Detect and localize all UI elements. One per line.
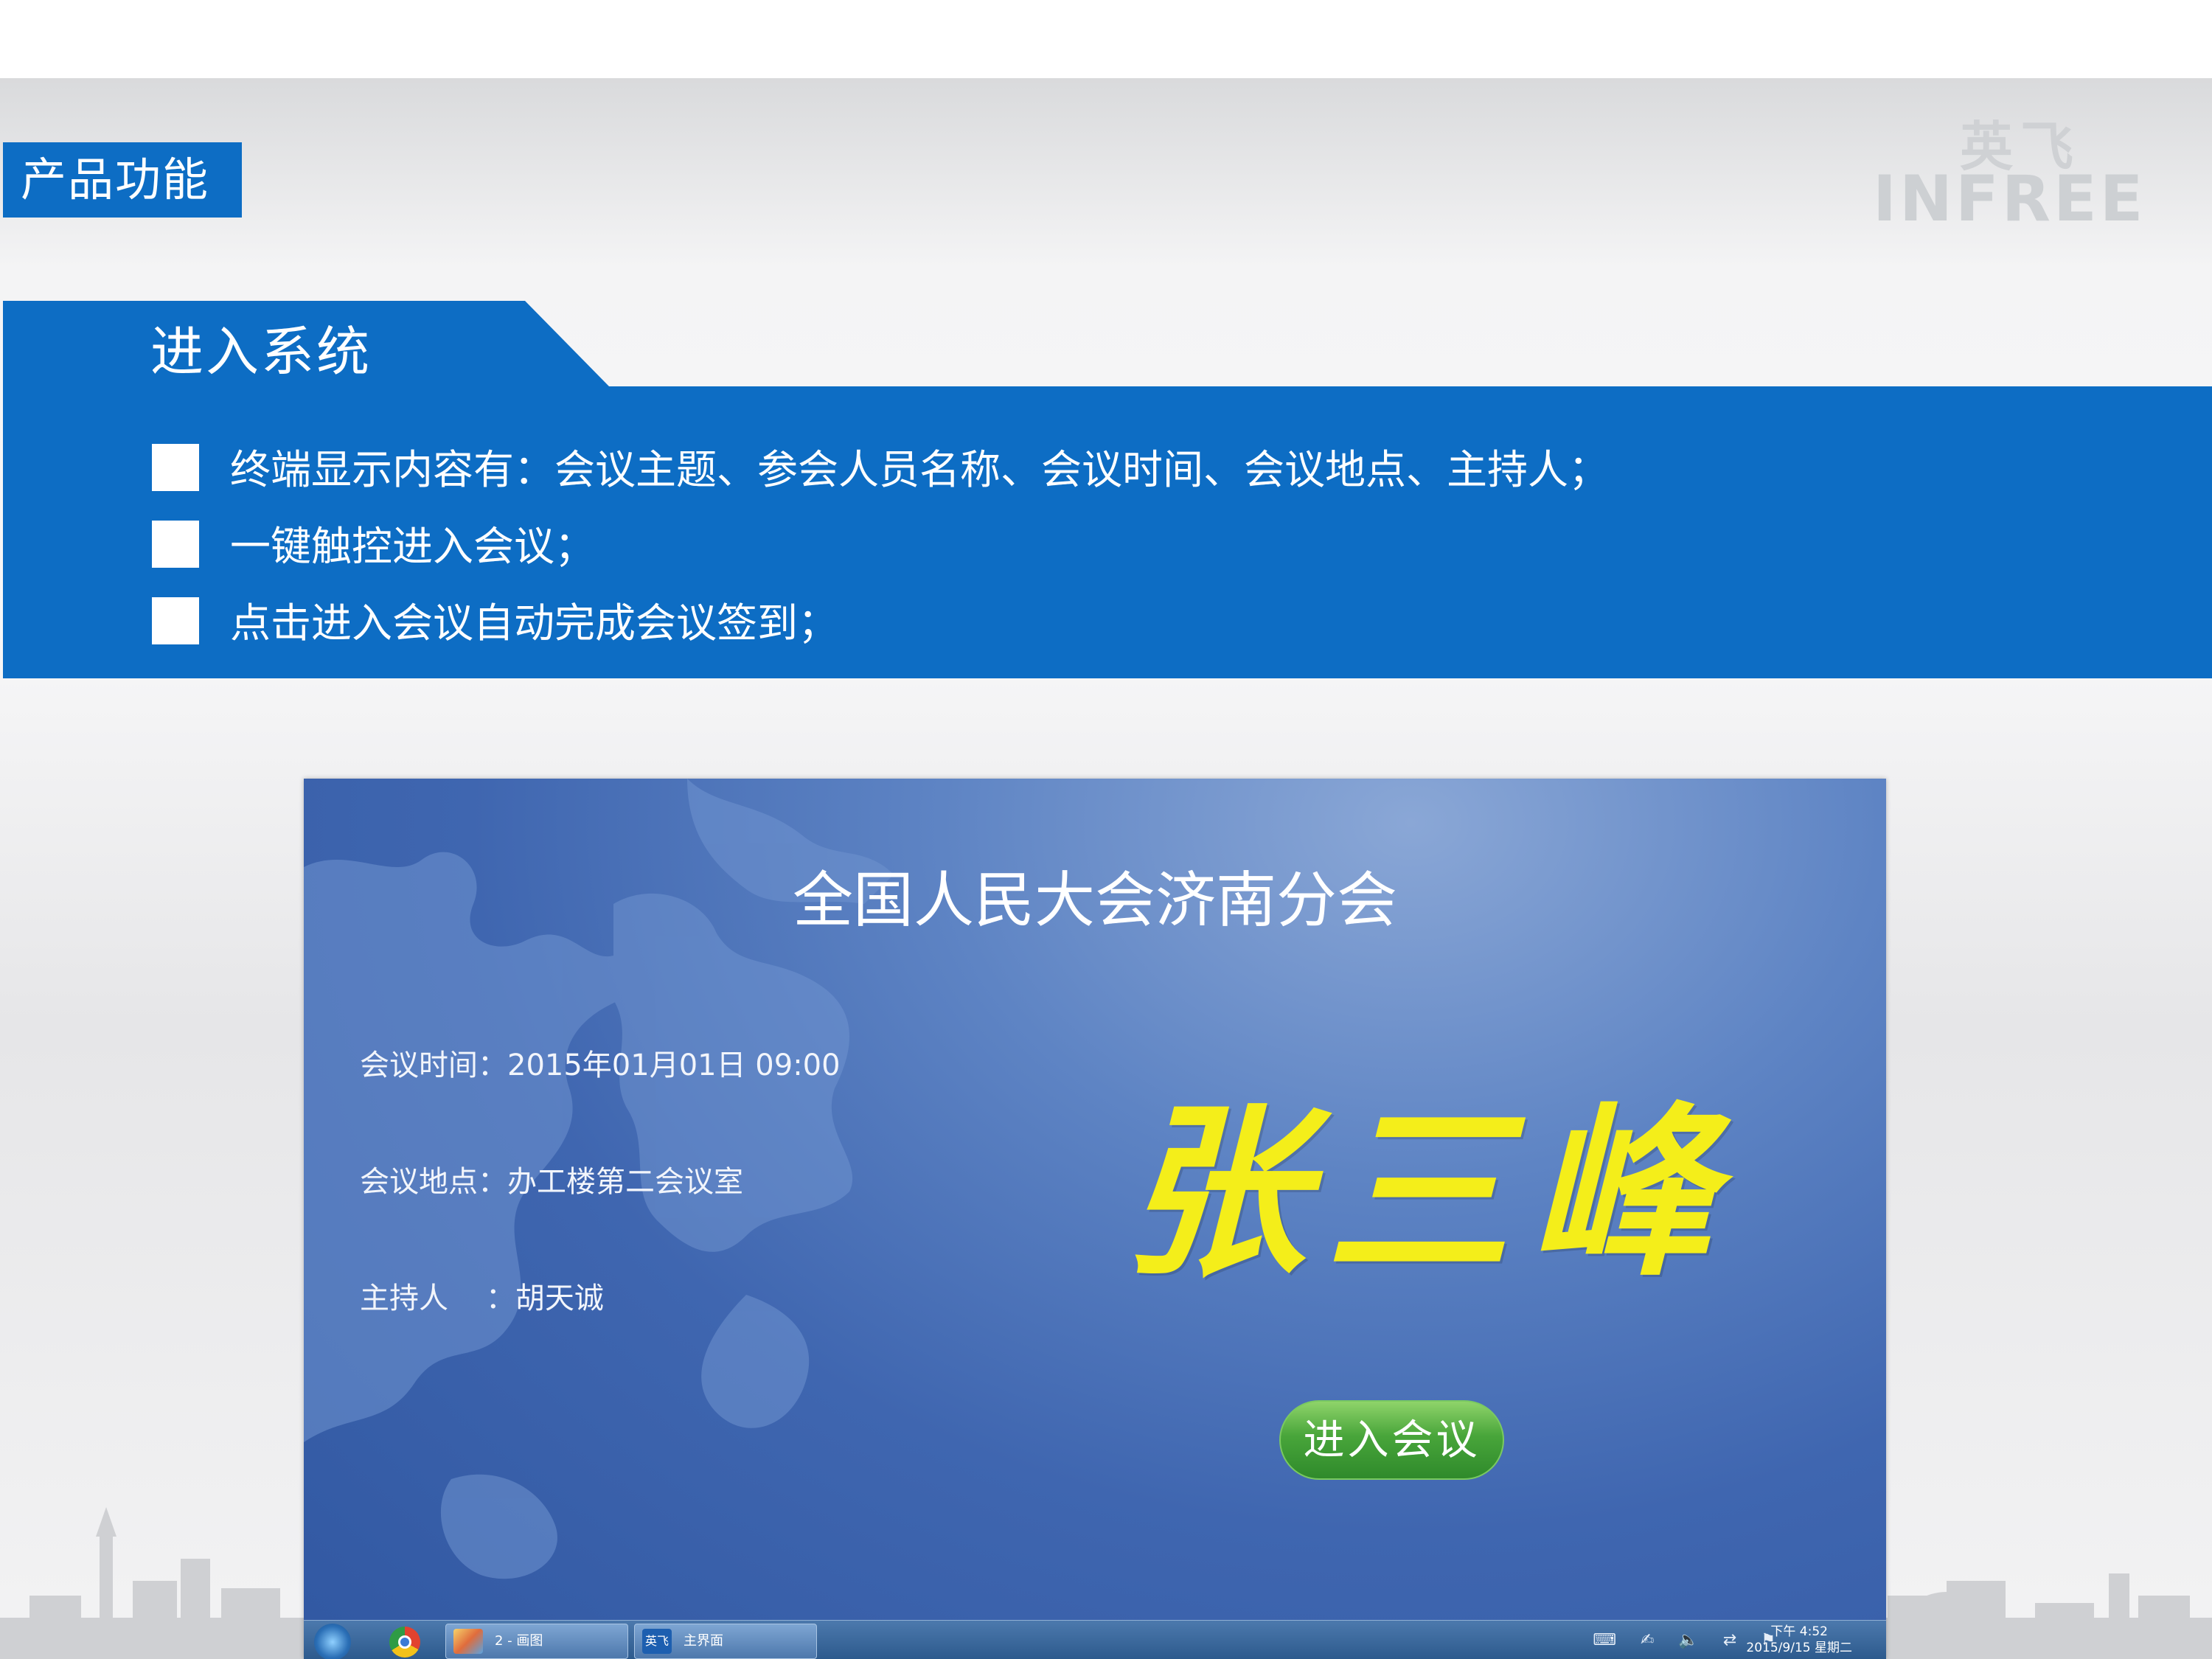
infree-app-icon: 英飞 bbox=[642, 1629, 672, 1654]
enter-meeting-button[interactable]: 进入会议 bbox=[1279, 1400, 1504, 1480]
bullet-square-icon bbox=[152, 444, 199, 491]
section-tag: 产品功能 bbox=[3, 142, 242, 218]
bullet-square-icon bbox=[152, 597, 199, 644]
taskbar: 2 - 画图 英飞 主界面 ⌨ ✍ 🔈 ⇄ ⚑ 下午 4:52 2015/9/1… bbox=[304, 1620, 1886, 1659]
keyboard-icon[interactable]: ⌨ bbox=[1593, 1631, 1616, 1649]
meeting-title: 全国人民大会济南分会 bbox=[792, 866, 1397, 936]
meeting-location: 会议地点：办工楼第二会议室 bbox=[360, 1165, 743, 1199]
clock-date: 2015/9/15 星期二 bbox=[1746, 1641, 1852, 1655]
windows-start-icon[interactable] bbox=[314, 1624, 351, 1659]
taskbar-item-label: 主界面 bbox=[684, 1633, 723, 1649]
meeting-host: 主持人 ：胡天诚 bbox=[360, 1281, 604, 1315]
system-tray: ⌨ ✍ 🔈 ⇄ ⚑ bbox=[1573, 1631, 1775, 1649]
bullet-square-icon bbox=[152, 521, 199, 568]
feature-text: 点击进入会议自动完成会议签到； bbox=[230, 599, 839, 647]
network-icon[interactable]: ⇄ bbox=[1723, 1631, 1736, 1649]
logo-en: INFREE bbox=[1873, 162, 2146, 236]
paint-icon bbox=[453, 1629, 483, 1654]
meeting-time: 会议时间：2015年01月01日 09:00 bbox=[360, 1048, 841, 1082]
clock-time: 下午 4:52 bbox=[1770, 1624, 1828, 1639]
taskbar-item-main[interactable]: 英飞 主界面 bbox=[634, 1624, 817, 1659]
taskbar-item-paint[interactable]: 2 - 画图 bbox=[445, 1624, 628, 1659]
terminal-screenshot: 全国人民大会济南分会 会议时间：2015年01月01日 09:00 会议地点：办… bbox=[304, 779, 1886, 1659]
infree-logo: 英飞 INFREE bbox=[1873, 103, 2183, 236]
feature-text: 终端显示内容有：会议主题、参会人员名称、会议时间、会议地点、主持人； bbox=[230, 446, 1610, 493]
attendee-name: 张三峰 bbox=[1122, 1084, 1733, 1301]
pen-input-icon[interactable]: ✍ bbox=[1641, 1631, 1654, 1649]
banner-title: 进入系统 bbox=[150, 321, 372, 383]
feature-text: 一键触控进入会议； bbox=[230, 523, 596, 570]
volume-icon[interactable]: 🔈 bbox=[1678, 1631, 1698, 1649]
chrome-icon[interactable] bbox=[389, 1627, 420, 1658]
taskbar-item-label: 2 - 画图 bbox=[495, 1633, 543, 1649]
taskbar-clock[interactable]: 下午 4:52 2015/9/15 星期二 bbox=[1746, 1624, 1852, 1656]
